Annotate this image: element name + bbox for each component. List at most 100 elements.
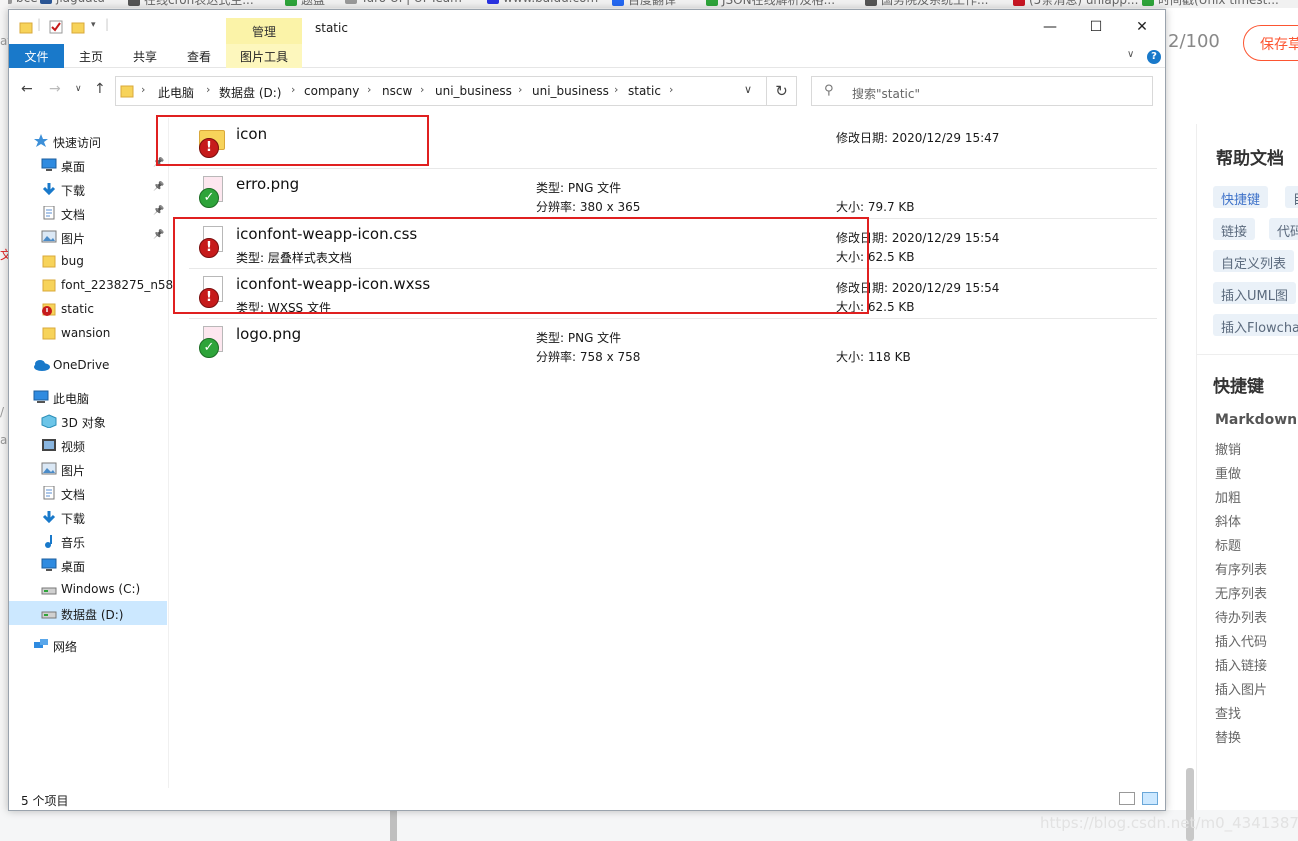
download-icon <box>41 182 56 196</box>
tab-view[interactable]: 查看 <box>172 44 226 68</box>
folder-icon <box>120 84 134 101</box>
breadcrumb-item[interactable]: 此电脑 <box>158 84 194 101</box>
forward-arrow-icon[interactable]: → <box>49 81 61 97</box>
title-bar: | ▾ | 管理 static — ☐ ✕ <box>9 10 1165 44</box>
browser-tab[interactable]: Turo UI | UI Team <box>345 0 462 5</box>
close-button[interactable]: ✕ <box>1119 10 1165 44</box>
nav-quick-item[interactable]: 下载 📌 <box>9 177 167 201</box>
breadcrumb-item[interactable]: company <box>304 84 359 98</box>
tab-file[interactable]: 文件 <box>9 44 64 68</box>
nav-pc-item[interactable]: 桌面 <box>9 553 167 577</box>
chevron-right-icon[interactable]: › <box>420 83 424 96</box>
pin-icon[interactable]: 📌 <box>153 206 164 216</box>
nav-pc-item[interactable]: 图片 <box>9 457 167 481</box>
breadcrumb-item[interactable]: nscw <box>382 84 412 98</box>
help-chip[interactable]: 快捷键 <box>1213 186 1269 208</box>
details-view-icon[interactable] <box>1119 792 1135 805</box>
help-chip[interactable]: 插入Flowchart <box>1213 314 1298 336</box>
save-draft-button[interactable]: 保存草 <box>1243 25 1298 61</box>
chevron-right-icon[interactable]: › <box>291 83 295 96</box>
chevron-right-icon[interactable]: › <box>367 83 371 96</box>
nav-quick-item[interactable]: font_2238275_n58 <box>9 273 173 297</box>
file-row[interactable]: ! icon 修改日期: 2020/12/29 15:47 <box>189 118 1157 168</box>
nav-item-label: OneDrive <box>53 358 110 372</box>
file-size: 大小: 118 KB <box>836 350 911 364</box>
nav-network[interactable]: 网络 <box>9 633 167 657</box>
nav-quick-item[interactable]: 桌面 📌 <box>9 153 167 177</box>
nav-this-pc[interactable]: 此电脑 <box>9 385 167 409</box>
address-bar[interactable]: › 此电脑 › 数据盘 (D:) › company › nscw › uni_… <box>115 76 767 106</box>
chevron-right-icon[interactable]: › <box>518 83 522 96</box>
chevron-right-icon[interactable]: › <box>614 83 618 96</box>
nav-quick-item[interactable]: 图片 📌 <box>9 225 167 249</box>
new-folder-icon[interactable] <box>71 20 85 37</box>
chevron-right-icon[interactable]: › <box>206 83 210 96</box>
maximize-button[interactable]: ☐ <box>1073 10 1119 44</box>
breadcrumb-item[interactable]: 数据盘 (D:) <box>219 84 281 101</box>
breadcrumb-item[interactable]: uni_business <box>435 84 512 98</box>
address-row: ← → ∨ ↑ › 此电脑 › 数据盘 (D:) › company › nsc… <box>9 68 1165 108</box>
tab-picture-tools[interactable]: 图片工具 <box>226 44 302 68</box>
chevron-down-icon[interactable]: ∨ <box>744 83 752 96</box>
back-arrow-icon[interactable]: ← <box>21 81 33 97</box>
browser-tab[interactable]: 国务院及系统工作... <box>865 0 988 8</box>
nav-pc-item[interactable]: 视频 <box>9 433 167 457</box>
browser-tab[interactable]: www.baidu.com <box>487 0 598 5</box>
browser-tab[interactable]: (5条消息) uniapp... <box>1013 0 1138 8</box>
help-chip[interactable]: 代码 <box>1269 218 1298 240</box>
nav-quick-item[interactable]: wansion <box>9 321 167 345</box>
help-chip[interactable]: 链接 <box>1213 218 1256 240</box>
tab-share[interactable]: 共享 <box>118 44 172 68</box>
pin-icon[interactable]: 📌 <box>153 182 164 192</box>
nav-pc-item[interactable]: 文档 <box>9 481 167 505</box>
breadcrumb-item[interactable]: uni_business <box>532 84 609 98</box>
up-arrow-icon[interactable]: ↑ <box>94 81 106 97</box>
chevron-right-icon[interactable]: › <box>141 83 145 96</box>
chevron-down-icon[interactable]: ∨ <box>75 84 82 94</box>
breadcrumb-item[interactable]: static <box>628 84 661 98</box>
minimize-button[interactable]: — <box>1027 10 1073 44</box>
tab-home[interactable]: 主页 <box>64 44 118 68</box>
manage-context-tab[interactable]: 管理 <box>226 18 302 44</box>
nav-onedrive[interactable]: OneDrive <box>9 353 167 377</box>
nav-pc-item[interactable]: 3D 对象 <box>9 409 167 433</box>
pin-icon[interactable]: 📌 <box>153 230 164 240</box>
shortcut-item: 待办列表 <box>1215 611 1268 626</box>
nav-quick-item[interactable]: bug <box>9 249 167 273</box>
file-row[interactable]: ! iconfont-weapp-icon.css 类型: 层叠样式表文档 修改日期:… <box>189 218 1157 268</box>
ribbon-tabs: 文件 主页 共享 查看 图片工具 ∨ ? <box>9 44 1165 68</box>
nav-pc-item[interactable]: 数据盘 (D:) <box>9 601 167 625</box>
browser-tab[interactable]: jiaguatu <box>40 0 105 5</box>
browser-tab[interactable]: 时间戳(Unix timest... <box>1142 0 1279 8</box>
status-bar: 5 个项目 <box>9 788 1165 810</box>
pin-icon[interactable]: 📌 <box>153 158 164 168</box>
browser-tab-label: www.baidu.com <box>503 0 598 5</box>
nav-quick-item[interactable]: 文档 📌 <box>9 201 167 225</box>
tiles-view-icon[interactable] <box>1142 792 1158 805</box>
nav-quick-access[interactable]: 快速访问 <box>9 129 167 153</box>
nav-item-label: wansion <box>61 326 111 340</box>
file-row[interactable]: ✓ logo.png 类型: PNG 文件 分辨率: 758 x 758 大小: 118… <box>189 318 1157 368</box>
nav-pc-item[interactable]: 音乐 <box>9 529 167 553</box>
shortcut-item: 标题 <box>1215 539 1242 554</box>
browser-tab[interactable]: JSON在线解析及格... <box>706 0 835 8</box>
help-icon[interactable]: ? <box>1147 50 1161 64</box>
nav-quick-item[interactable]: static <box>9 297 167 321</box>
help-chip[interactable]: 自定义列表 <box>1213 250 1295 272</box>
help-chip[interactable]: 目 <box>1285 186 1298 208</box>
chevron-down-icon[interactable]: ∨ <box>1127 49 1134 60</box>
file-row[interactable]: ✓ erro.png 类型: PNG 文件 分辨率: 380 x 365 大小: 79.… <box>189 168 1157 218</box>
search-input[interactable]: ⚲ 搜索"static" <box>811 76 1153 106</box>
browser-tab[interactable]: 在线cron表达式生... <box>128 0 254 8</box>
browser-tab[interactable]: 题盘 <box>285 0 325 8</box>
chevron-down-icon[interactable]: ▾ <box>91 20 96 30</box>
nav-pc-item[interactable]: Windows (C:) <box>9 577 167 601</box>
file-row[interactable]: ! iconfont-weapp-icon.wxss 类型: WXSS 文件 修改日期… <box>189 268 1157 318</box>
chevron-right-icon[interactable]: › <box>669 83 673 96</box>
properties-icon[interactable] <box>49 20 63 37</box>
nav-pc-item[interactable]: 下载 <box>9 505 167 529</box>
separator: | <box>37 17 42 31</box>
refresh-button[interactable]: ↻ <box>767 76 797 106</box>
browser-tab[interactable]: 百度翻译 <box>612 0 676 8</box>
help-chip[interactable]: 插入UML图 <box>1213 282 1296 304</box>
